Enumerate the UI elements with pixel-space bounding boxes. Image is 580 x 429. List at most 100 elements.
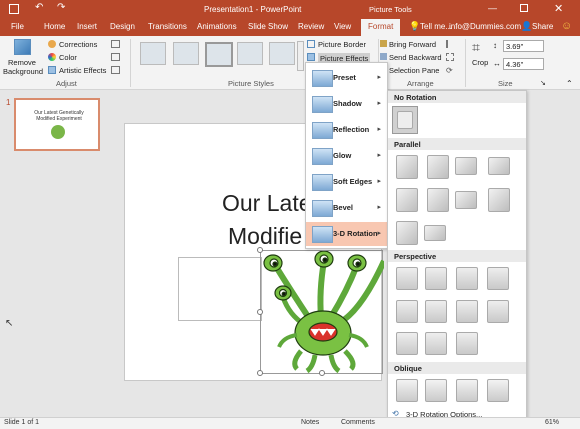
slide-thumbnail[interactable]: Our Latest Genetically Modified Experime… bbox=[14, 98, 100, 151]
change-picture-icon[interactable] bbox=[111, 53, 120, 61]
tab-design[interactable]: Design bbox=[110, 22, 135, 31]
bring-forward-button[interactable]: Bring Forward bbox=[389, 40, 436, 49]
oblique-option[interactable] bbox=[396, 379, 418, 402]
selected-picture[interactable] bbox=[257, 247, 384, 376]
parallel-option[interactable] bbox=[396, 155, 418, 179]
perspective-option[interactable] bbox=[396, 267, 418, 290]
resize-handle-bm[interactable] bbox=[319, 370, 325, 376]
resize-handle-ml[interactable] bbox=[257, 309, 263, 315]
empty-placeholder[interactable] bbox=[178, 257, 262, 321]
height-field[interactable]: 3.69" bbox=[503, 40, 544, 52]
chevron-right-icon: ▸ bbox=[377, 74, 381, 81]
menu-item-glow[interactable]: Glow ▸ bbox=[306, 144, 387, 168]
undo-icon[interactable]: ↶ bbox=[35, 2, 43, 13]
menu-item-reflection[interactable]: Reflection ▸ bbox=[306, 118, 387, 142]
3d-rotation-gallery: No Rotation Parallel Perspective Oblique… bbox=[387, 90, 527, 423]
parallel-option[interactable] bbox=[455, 191, 477, 209]
send-backward-icon bbox=[380, 53, 387, 60]
picture-style-1[interactable] bbox=[140, 42, 166, 65]
selection-pane-button[interactable]: Selection Pane bbox=[389, 66, 439, 75]
parallel-option[interactable] bbox=[424, 225, 446, 241]
height-icon: ↕ bbox=[493, 41, 497, 50]
picture-effects-icon bbox=[307, 53, 315, 61]
rotate-icon[interactable]: ⟳ bbox=[446, 66, 453, 75]
notes-button[interactable]: Notes bbox=[301, 419, 319, 426]
tell-me-icon[interactable]: 💡 bbox=[409, 21, 420, 32]
comments-button[interactable]: Comments bbox=[341, 419, 375, 426]
align-icon[interactable] bbox=[446, 40, 454, 48]
redo-icon[interactable]: ↷ bbox=[57, 2, 65, 13]
tab-file[interactable]: File bbox=[11, 22, 24, 31]
parallel-option[interactable] bbox=[396, 221, 418, 245]
remove-background-label-1[interactable]: Remove bbox=[8, 58, 36, 67]
perspective-option[interactable] bbox=[456, 332, 478, 355]
close-icon[interactable]: ✕ bbox=[554, 2, 563, 15]
perspective-option[interactable] bbox=[425, 300, 447, 323]
crop-button[interactable]: Crop bbox=[472, 58, 488, 67]
menu-item-preset[interactable]: Preset ▸ bbox=[306, 66, 387, 90]
tab-view[interactable]: View bbox=[334, 22, 351, 31]
slide-title-line-1[interactable]: Our Late bbox=[222, 190, 312, 217]
group-icon[interactable] bbox=[446, 53, 454, 61]
perspective-option[interactable] bbox=[487, 267, 509, 290]
tab-transitions[interactable]: Transitions bbox=[148, 22, 187, 31]
size-dialog-launcher-icon[interactable]: ↘ bbox=[540, 79, 546, 87]
perspective-option[interactable] bbox=[425, 267, 447, 290]
picture-style-2[interactable] bbox=[173, 42, 199, 65]
corrections-button[interactable]: Corrections bbox=[59, 40, 97, 49]
perspective-option[interactable] bbox=[396, 332, 418, 355]
menu-item-shadow[interactable]: Shadow ▸ bbox=[306, 92, 387, 116]
picture-style-5[interactable] bbox=[269, 42, 295, 65]
resize-handle-bl[interactable] bbox=[257, 370, 263, 376]
menu-item-3d-rotation[interactable]: 3-D Rotation ▸ bbox=[306, 222, 387, 246]
perspective-option[interactable] bbox=[487, 300, 509, 323]
tell-me-box[interactable]: Tell me... bbox=[420, 22, 452, 31]
parallel-option[interactable] bbox=[427, 188, 449, 212]
zoom-level[interactable]: 61% bbox=[545, 419, 559, 426]
account-name[interactable]: info@Dummies.com bbox=[449, 22, 521, 31]
slide-title-line-2[interactable]: Modifie bbox=[228, 223, 302, 250]
width-field[interactable]: 4.36" bbox=[503, 58, 544, 70]
perspective-option[interactable] bbox=[456, 300, 478, 323]
picture-style-4[interactable] bbox=[237, 42, 263, 65]
artistic-effects-button[interactable]: Artistic Effects bbox=[59, 66, 106, 75]
parallel-option[interactable] bbox=[488, 157, 510, 175]
section-oblique: Oblique bbox=[388, 362, 526, 374]
tab-format[interactable]: Format bbox=[361, 19, 401, 36]
collapse-ribbon-icon[interactable]: ⌃ bbox=[566, 79, 573, 88]
share-icon[interactable]: 👤 bbox=[521, 21, 532, 32]
perspective-option[interactable] bbox=[425, 332, 447, 355]
tab-review[interactable]: Review bbox=[298, 22, 324, 31]
picture-border-button[interactable]: Picture Border bbox=[318, 40, 366, 49]
parallel-option[interactable] bbox=[427, 155, 449, 179]
color-button[interactable]: Color bbox=[59, 53, 77, 62]
tab-animations[interactable]: Animations bbox=[197, 22, 237, 31]
menu-item-bevel[interactable]: Bevel ▸ bbox=[306, 196, 387, 220]
picture-style-3[interactable] bbox=[205, 42, 233, 67]
smiley-icon[interactable]: ☺ bbox=[561, 20, 572, 32]
tab-insert[interactable]: Insert bbox=[77, 22, 97, 31]
resize-handle-tl[interactable] bbox=[257, 247, 263, 253]
oblique-option[interactable] bbox=[487, 379, 509, 402]
minimize-icon[interactable]: — bbox=[488, 3, 497, 13]
no-rotation-option[interactable] bbox=[392, 106, 418, 134]
remove-background-label-2[interactable]: Background bbox=[3, 67, 43, 76]
parallel-option[interactable] bbox=[455, 157, 477, 175]
tab-slide-show[interactable]: Slide Show bbox=[248, 22, 288, 31]
maximize-icon[interactable] bbox=[520, 4, 528, 12]
oblique-option[interactable] bbox=[425, 379, 447, 402]
send-backward-button[interactable]: Send Backward bbox=[389, 53, 442, 62]
bring-forward-icon bbox=[380, 40, 387, 47]
perspective-option[interactable] bbox=[396, 300, 418, 323]
tab-home[interactable]: Home bbox=[44, 22, 65, 31]
share-button[interactable]: Share bbox=[532, 22, 553, 31]
parallel-option[interactable] bbox=[396, 188, 418, 212]
styles-more-icon[interactable] bbox=[297, 41, 304, 71]
perspective-option[interactable] bbox=[456, 267, 478, 290]
parallel-option[interactable] bbox=[488, 188, 510, 212]
reset-picture-icon[interactable] bbox=[111, 66, 120, 74]
menu-item-soft-edges[interactable]: Soft Edges ▸ bbox=[306, 170, 387, 194]
save-icon[interactable] bbox=[9, 4, 19, 14]
compress-icon[interactable] bbox=[111, 40, 120, 48]
oblique-option[interactable] bbox=[456, 379, 478, 402]
